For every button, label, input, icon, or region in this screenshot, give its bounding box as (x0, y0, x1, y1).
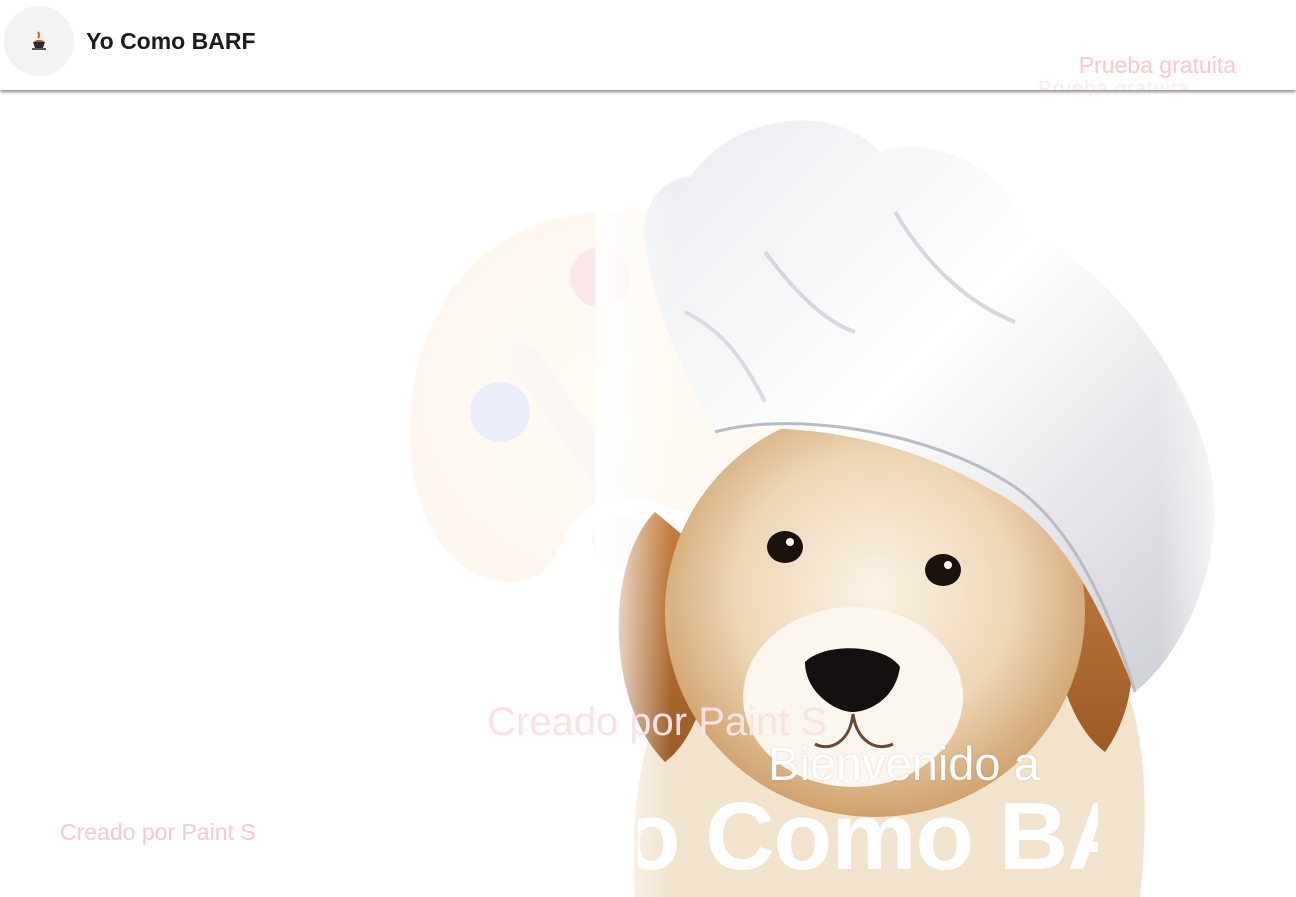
logo[interactable] (4, 6, 74, 76)
headline-container: Yo Como BARF (638, 782, 1098, 897)
free-trial-underlay: Prueba gratuita (1038, 78, 1190, 90)
free-trial-link[interactable]: Prueba gratuita (1079, 52, 1236, 79)
credit-text: Creado por Paint S (60, 819, 256, 845)
hero-section: Creado por Paint S Creado por Paint S Bi… (0, 92, 1296, 897)
page: Yo Como BARF Prueba gratuita Prueba grat… (0, 0, 1296, 897)
cooking-pot-icon (32, 31, 46, 50)
brand-name[interactable]: Yo Como BARF (86, 28, 256, 55)
hero-headline: Yo Como BARF (638, 783, 1098, 890)
top-navbar: Yo Como BARF Prueba gratuita Prueba grat… (0, 0, 1296, 90)
